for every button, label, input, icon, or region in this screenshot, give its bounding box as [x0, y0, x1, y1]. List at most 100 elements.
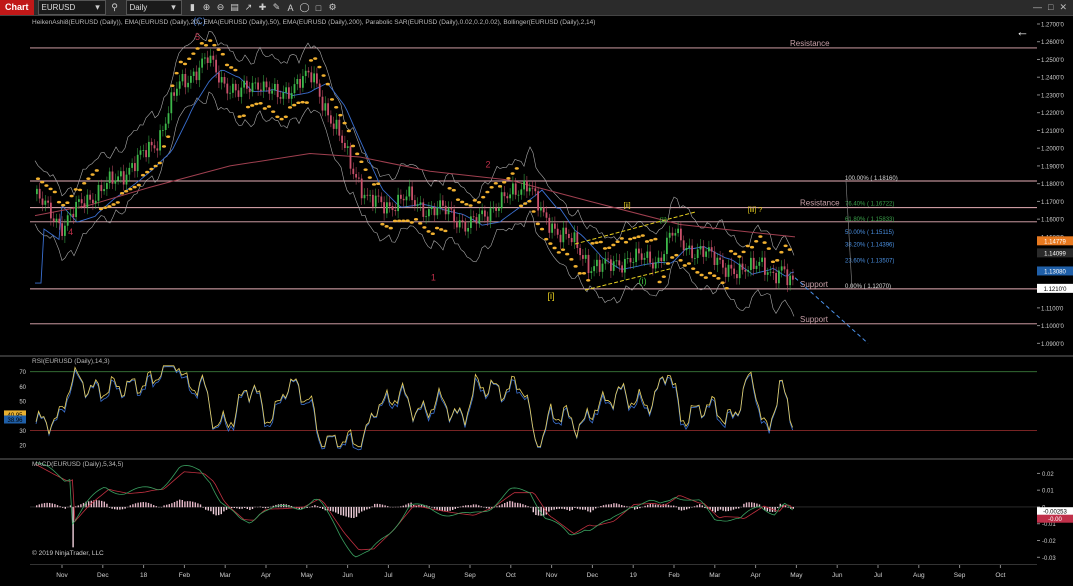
sar-dot — [683, 264, 687, 267]
chevron-down-icon: ▾ — [167, 2, 181, 13]
candle-body — [574, 232, 576, 242]
candle-body — [72, 214, 74, 217]
macd-histogram-bar — [668, 505, 669, 507]
sar-dot — [44, 184, 48, 187]
close-icon[interactable]: ✕ — [1059, 0, 1067, 15]
candle-body — [588, 255, 590, 273]
price-tick-label: 1.0900'0 — [1041, 342, 1064, 348]
draw-tools-icon[interactable]: ✎ — [270, 2, 284, 13]
candle-body — [487, 217, 489, 222]
sar-dot — [532, 210, 536, 213]
macd-histogram-bar — [340, 507, 341, 515]
candle-body — [495, 208, 497, 211]
candle-body — [761, 258, 763, 262]
rsi-axis-svg — [1037, 357, 1073, 457]
crosshair-icon[interactable]: ✚ — [256, 2, 270, 13]
macd-histogram-bar — [405, 505, 406, 508]
sar-dot — [280, 118, 284, 121]
sar-dot — [427, 230, 431, 233]
zoom-in-icon[interactable]: ⊕ — [200, 2, 214, 13]
candle-body — [509, 194, 511, 198]
window-icon[interactable]: □ — [312, 3, 326, 13]
sar-dot — [166, 135, 170, 138]
sar-dot — [456, 198, 460, 201]
minimize-icon[interactable]: — — [1033, 0, 1042, 15]
candle-body — [173, 92, 175, 95]
macd-histogram-bar — [774, 507, 775, 512]
timeframe-selector[interactable]: Daily ▾ — [126, 0, 182, 15]
text-icon[interactable]: A — [284, 3, 298, 13]
candle-body — [302, 76, 304, 88]
sar-dot — [460, 201, 464, 204]
properties-icon[interactable]: ▤ — [228, 2, 242, 13]
macd-histogram-bar — [39, 504, 40, 507]
sar-dot — [540, 228, 544, 231]
search-icon[interactable]: ⚲ — [108, 2, 122, 13]
pointer-icon[interactable]: ↗ — [242, 2, 256, 13]
candle-body — [730, 265, 732, 269]
maximize-icon[interactable]: □ — [1048, 0, 1053, 15]
candle-body — [268, 87, 270, 93]
candle-body — [140, 150, 142, 154]
candle-body — [145, 150, 147, 157]
sar-dot — [452, 189, 456, 192]
zoom-out-icon[interactable]: ⊖ — [214, 2, 228, 13]
macd-histogram-bar — [486, 507, 487, 508]
time-tick-label: Dec — [587, 572, 599, 579]
macd-histogram-bar — [481, 506, 482, 507]
back-arrow-icon[interactable]: ← — [1016, 24, 1029, 39]
chart-toolbar: Chart EURUSD ▾ ⚲ Daily ▾ ▮ ⊕ ⊖ ▤ ↗ ✚ ✎ A… — [0, 0, 1073, 16]
candle-body — [291, 93, 293, 99]
macd-tick-label: 0.02 — [1042, 472, 1054, 478]
candle-body — [240, 88, 242, 97]
candle-body — [702, 246, 704, 257]
macd-histogram-bar — [501, 504, 502, 507]
macd-histogram-bar — [75, 506, 76, 507]
macd-histogram-bar — [215, 507, 216, 515]
macd-histogram-bar — [605, 505, 606, 508]
sar-dot — [737, 255, 741, 258]
sar-dot — [74, 188, 78, 191]
candle-body — [716, 258, 718, 265]
macd-histogram-bar — [140, 502, 141, 507]
candle-body — [674, 233, 676, 236]
instrument-selector[interactable]: EURUSD ▾ — [38, 0, 106, 15]
price-panel[interactable]: ResistanceResistanceSupportSupport100.00… — [30, 16, 1037, 354]
sar-dot — [414, 218, 418, 221]
price-tick-label: 1.2200'0 — [1041, 111, 1064, 117]
rsi-panel[interactable]: RSI(EURUSD (Daily),14,3) — [30, 357, 1037, 457]
sar-dot — [179, 61, 183, 64]
candle-body — [756, 266, 758, 269]
time-tick-label: 18 — [140, 572, 148, 579]
time-tick-label: Sep — [954, 572, 966, 579]
time-tick-label: Nov — [546, 572, 558, 579]
rsi-tag-label: 38.96 — [7, 418, 23, 424]
candle-body — [714, 252, 716, 265]
candle-body — [182, 74, 184, 81]
sar-dot — [704, 276, 708, 279]
macd-histogram-bar — [366, 507, 367, 509]
macd-histogram-bar — [41, 504, 42, 508]
price-tick-label: 1.1000'0 — [1041, 324, 1064, 330]
bars-icon[interactable]: ▮ — [186, 2, 200, 13]
macd-histogram-bar — [637, 507, 638, 509]
settings-icon[interactable]: ⚙ — [326, 2, 340, 13]
candle-body — [644, 258, 646, 260]
macd-histogram-bar — [322, 507, 323, 509]
candle-body — [750, 258, 752, 270]
sar-dot — [578, 272, 582, 275]
sar-dot — [133, 186, 137, 189]
lock-icon[interactable]: ◯ — [298, 2, 312, 13]
chart-title-tab[interactable]: Chart — [0, 0, 34, 15]
macd-histogram-bar — [733, 507, 734, 510]
macd-panel[interactable]: MACD(EURUSD (Daily),5,34,5) © 2019 Ninja… — [30, 460, 1037, 564]
copyright-text: © 2019 NinjaTrader, LLC — [32, 550, 104, 557]
macd-histogram-bar — [137, 503, 138, 508]
candle-body — [551, 224, 553, 233]
macd-histogram-bar — [499, 505, 500, 507]
candle-body — [490, 208, 492, 221]
macd-histogram-bar — [184, 501, 185, 507]
macd-histogram-bar — [686, 507, 687, 509]
time-tick-label: Dec — [97, 572, 109, 579]
candle-body — [179, 81, 181, 88]
